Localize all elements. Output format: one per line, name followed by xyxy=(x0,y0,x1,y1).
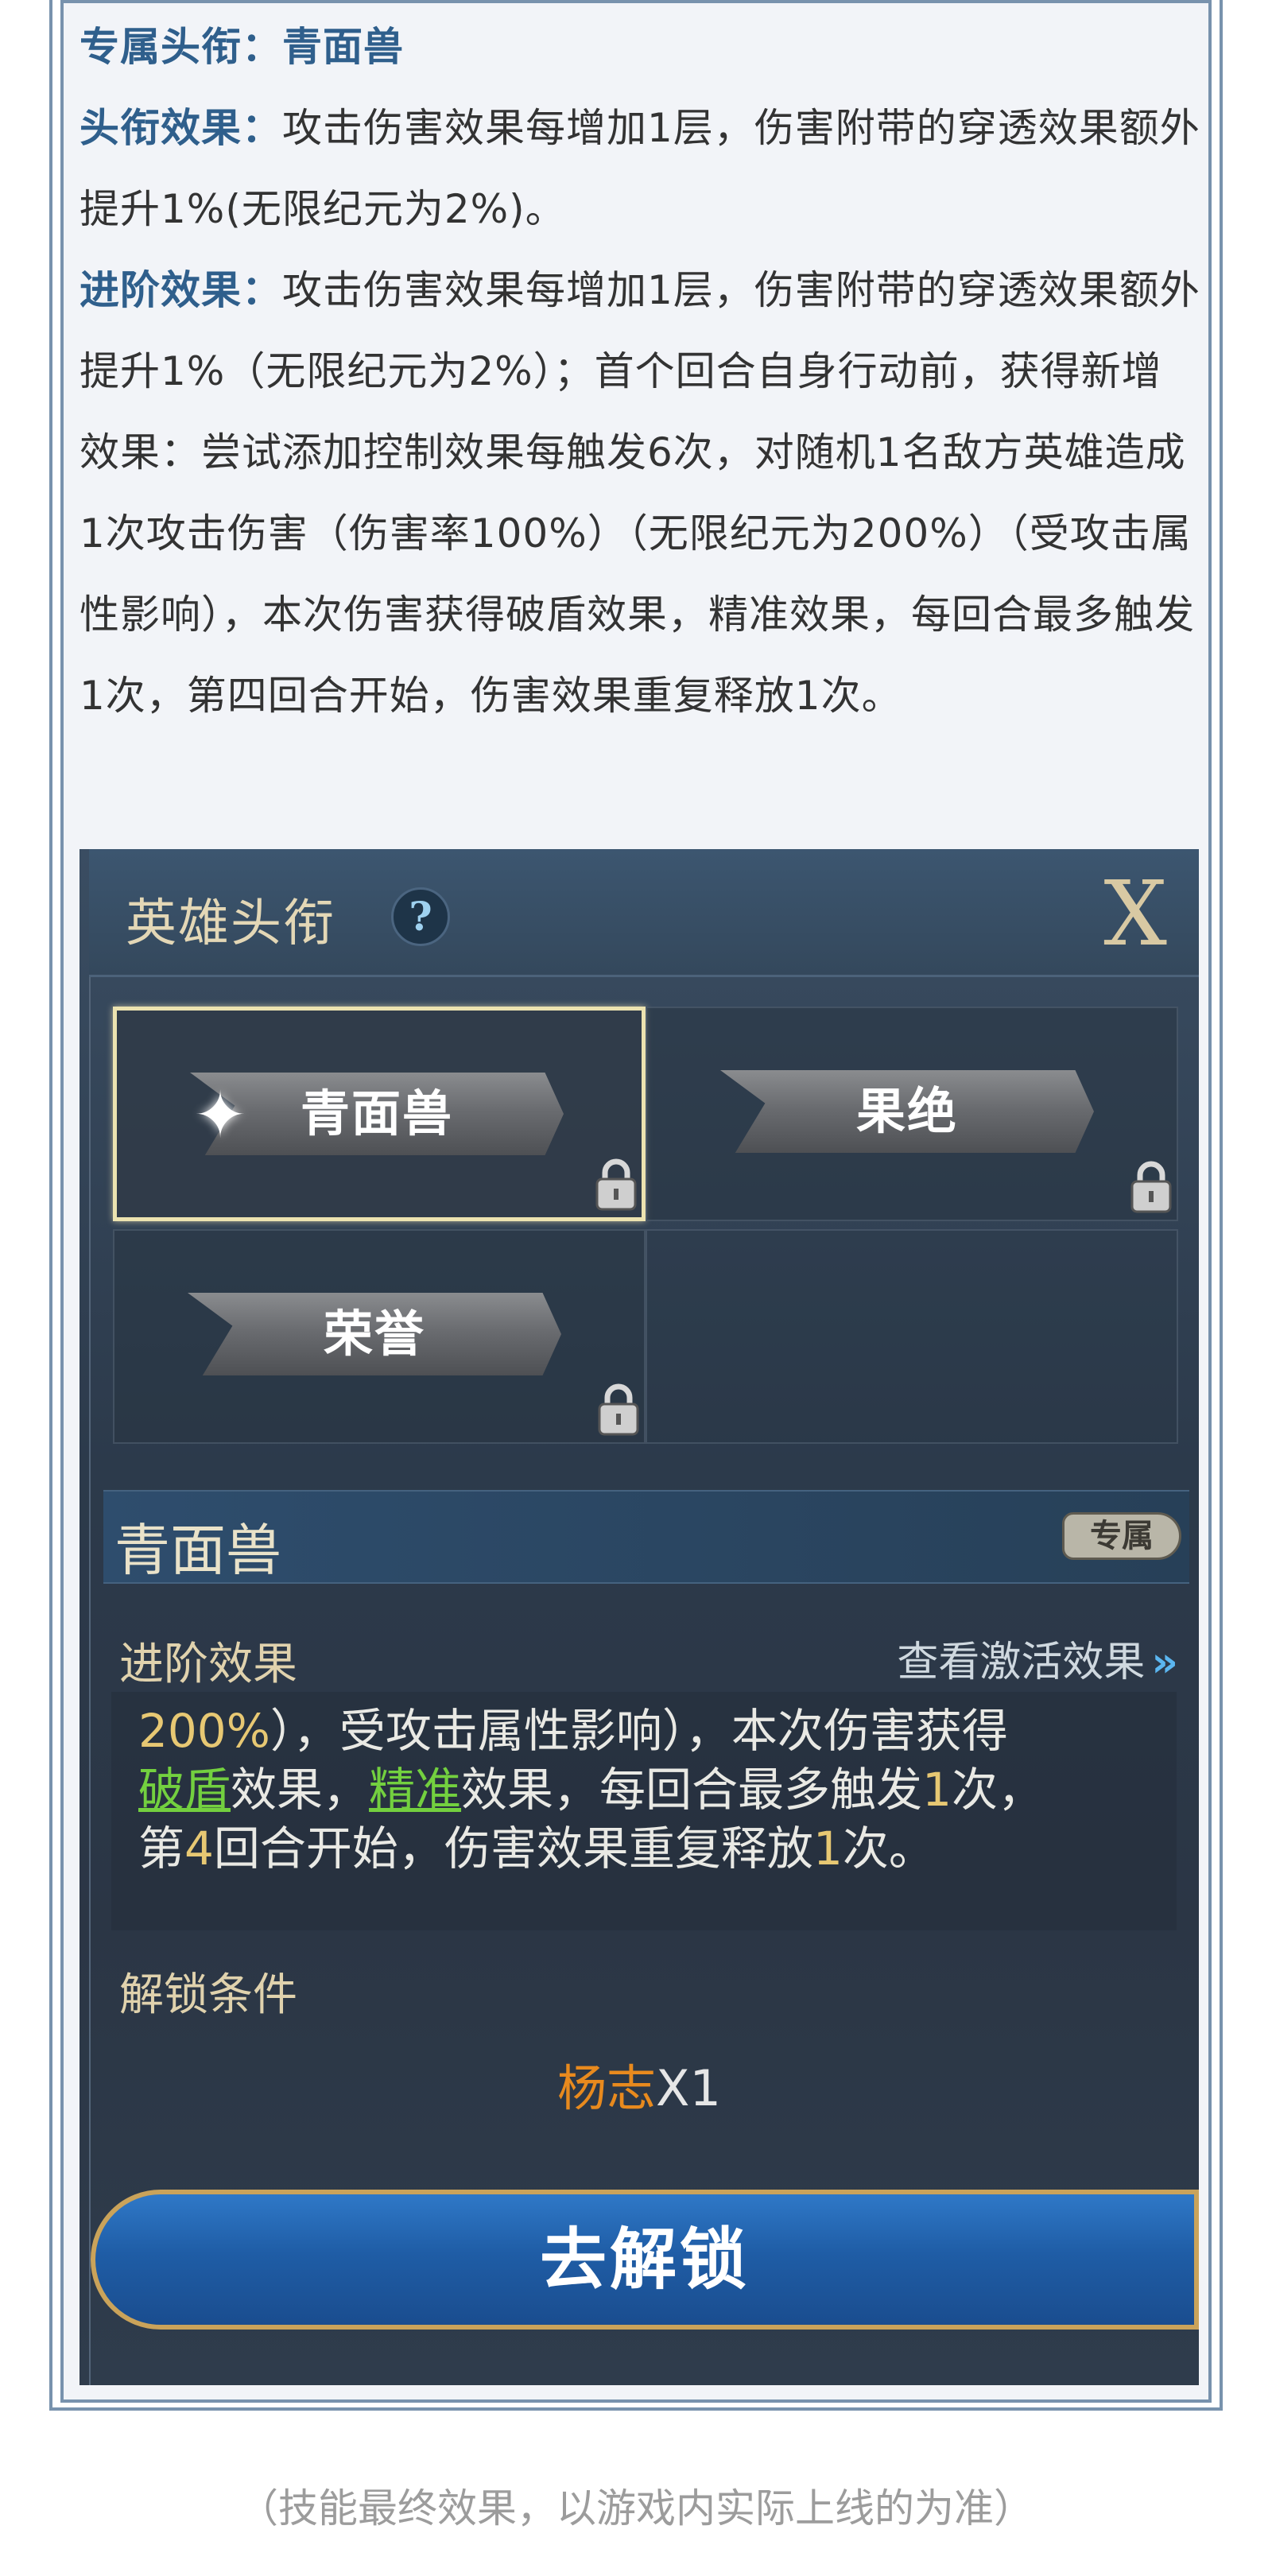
advanced-effect-heading: 进阶效果 xyxy=(119,1639,297,1690)
required-hero: 杨志 xyxy=(557,2059,657,2117)
effect-text-span: 第 xyxy=(138,1821,185,1876)
title-description: 专属头衔：青面兽 头衔效果：攻击伤害效果每增加1层，伤害附带的穿透效果额外提升1… xyxy=(80,6,1200,736)
effect-value: 1 xyxy=(922,1763,952,1817)
advanced-effect-label: 进阶效果： xyxy=(80,267,282,313)
selected-title-name: 青面兽 xyxy=(114,1518,281,1583)
effect-text-span: 次， xyxy=(951,1763,1044,1817)
exclusive-title-line: 专属头衔：青面兽 xyxy=(80,6,1200,87)
effect-text: 200%），受攻击属性影响），本次伤害获得 破盾效果，精准效果，每回合最多触发1… xyxy=(138,1701,1172,1878)
effect-text-span: 效果， xyxy=(231,1763,370,1817)
effect-value: 1 xyxy=(812,1821,843,1876)
title-effect-line: 头衔效果：攻击伤害效果每增加1层，伤害附带的穿透效果额外提升1%(无限纪元为2%… xyxy=(80,87,1200,250)
go-unlock-button[interactable]: 去解锁 xyxy=(91,2190,1199,2330)
lock-icon xyxy=(1130,1161,1172,1213)
effect-line-2: 破盾效果，精准效果，每回合最多触发1次， xyxy=(138,1760,1172,1819)
sparkle-icon: ✦ xyxy=(193,1078,247,1152)
effect-text-span: 效果，每回合最多触发 xyxy=(461,1763,923,1817)
effect-text-span: ），受攻击属性影响），本次伤害获得 xyxy=(270,1704,1008,1758)
effect-line-3: 第4回合开始，伤害效果重复释放1次。 xyxy=(138,1819,1172,1878)
title-slot-empty xyxy=(646,1229,1178,1444)
effect-text-span: 回合开始，伤害效果重复释放 xyxy=(213,1821,813,1876)
lock-icon xyxy=(598,1383,639,1436)
title-slot-rongyu[interactable]: 荣誉 xyxy=(113,1229,646,1444)
view-activation-link[interactable]: 查看激活效果» xyxy=(897,1628,1178,1688)
unlock-requirement: 杨志X1 xyxy=(80,2048,1199,2120)
exclusive-title-label: 专属头衔： xyxy=(80,24,282,70)
effect-value: 200% xyxy=(138,1704,270,1758)
title-slot-guojue[interactable]: 果绝 xyxy=(646,1007,1178,1221)
exclusive-badge: 专属 xyxy=(1062,1512,1181,1560)
advanced-effect-line: 进阶效果：攻击伤害效果每增加1层，伤害附带的穿透效果额外提升1%（无限纪元为2%… xyxy=(80,250,1200,736)
effect-text-span: 次。 xyxy=(842,1821,935,1876)
window-title-bar: 英雄头衔 ? X xyxy=(89,849,1199,977)
window-title: 英雄头衔 xyxy=(126,894,335,953)
precision-link[interactable]: 精准 xyxy=(369,1763,461,1817)
close-icon[interactable]: X xyxy=(1103,870,1167,959)
shield-break-link[interactable]: 破盾 xyxy=(138,1763,231,1817)
game-screenshot: 英雄头衔 ? X 青面兽 ✦ 果绝 荣誉 青面兽 专属 进阶效果 查看激活效果 … xyxy=(80,849,1199,2385)
effect-value: 4 xyxy=(184,1821,214,1876)
lock-icon xyxy=(595,1158,637,1211)
title-slot-qingmianshou[interactable]: 青面兽 ✦ xyxy=(113,1007,646,1221)
selected-title-bar: 青面兽 专属 xyxy=(103,1490,1189,1584)
title-plate: 果绝 xyxy=(720,1070,1094,1153)
double-chevron-icon: » xyxy=(1151,1639,1178,1686)
help-icon[interactable]: ? xyxy=(391,887,450,946)
advanced-effect-text: 攻击伤害效果每增加1层，伤害附带的穿透效果额外提升1%（无限纪元为2%）；首个回… xyxy=(80,267,1200,719)
title-grid: 青面兽 ✦ 果绝 荣誉 xyxy=(113,1007,1199,1460)
title-plate: 荣誉 xyxy=(188,1293,561,1375)
exclusive-title-value: 青面兽 xyxy=(282,24,404,70)
unlock-condition-heading: 解锁条件 xyxy=(119,1969,297,2021)
effect-line-1: 200%），受攻击属性影响），本次伤害获得 xyxy=(138,1701,1172,1760)
view-activation-label: 查看激活效果 xyxy=(897,1639,1146,1686)
required-count: X1 xyxy=(656,2059,721,2117)
footer-caption: （技能最终效果，以游戏内实际上线的为准） xyxy=(238,2485,1034,2531)
title-effect-label: 头衔效果： xyxy=(80,105,282,151)
